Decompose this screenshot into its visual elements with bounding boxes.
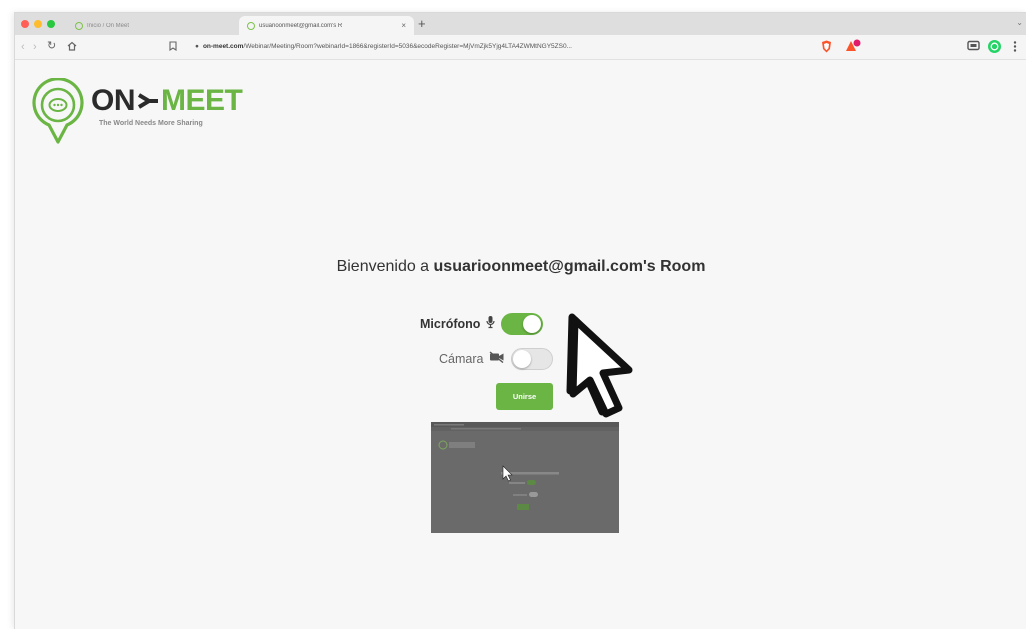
new-tab-button[interactable]: + <box>418 16 426 32</box>
join-button[interactable]: Unirse <box>496 383 553 410</box>
cast-icon[interactable] <box>967 40 981 52</box>
tab-inicio[interactable]: Inicio / On Meet <box>67 16 232 35</box>
welcome-prefix: Bienvenido a <box>336 258 434 275</box>
camera-off-icon <box>489 350 505 368</box>
onmeet-favicon-icon <box>247 21 255 30</box>
tab-bar: Inicio / On Meet usuarioonmeet@gmail.com… <box>15 13 1026 35</box>
camera-row: Cámara <box>439 348 554 370</box>
back-icon[interactable]: ‹ <box>21 40 25 54</box>
brand-wordmark: ON MEET <box>91 84 243 117</box>
menu-icon[interactable] <box>1013 41 1017 52</box>
toggle-knob <box>513 350 532 368</box>
lock-icon: ● <box>195 43 199 50</box>
microphone-row: Micrófono <box>420 313 544 335</box>
tab-title: usuarioonmeet@gmail.com's R <box>259 22 343 29</box>
tab-list-chevron-icon[interactable]: ⌄ <box>1016 18 1023 27</box>
mouse-cursor-icon <box>566 313 633 418</box>
bookmark-icon[interactable] <box>169 41 177 55</box>
camera-toggle[interactable] <box>511 348 554 370</box>
toggle-knob <box>523 315 542 333</box>
minimize-window-icon[interactable] <box>34 20 42 28</box>
tab-title: Inicio / On Meet <box>87 22 130 29</box>
welcome-heading: Bienvenido a usuarioonmeet@gmail.com's R… <box>15 258 1026 276</box>
close-window-icon[interactable] <box>21 20 29 28</box>
camera-preview-thumbnail <box>431 422 619 533</box>
tab-room[interactable]: usuarioonmeet@gmail.com's R × <box>239 16 414 35</box>
brand-arrow-icon <box>137 93 158 109</box>
url-domain: on-meet.com <box>202 43 244 50</box>
location-pin-chat-icon <box>32 78 84 144</box>
home-icon[interactable] <box>67 41 77 55</box>
microphone-toggle[interactable] <box>501 313 544 335</box>
camera-label: Cámara <box>439 352 484 366</box>
reload-icon[interactable]: ↻ <box>47 39 56 53</box>
address-bar[interactable]: ● on-meet.com/Webinar/Meeting/Room?webina… <box>195 40 885 54</box>
brave-shield-icon[interactable] <box>821 40 832 53</box>
microphone-label: Micrófono <box>420 317 481 331</box>
brand-name-meet: MEET <box>161 84 243 117</box>
maximize-window-icon[interactable] <box>47 20 55 28</box>
extension-whatsapp-icon[interactable] <box>987 39 1002 54</box>
browser-window: Inicio / On Meet usuarioonmeet@gmail.com… <box>14 12 1026 629</box>
url-path: /Webinar/Meeting/Room?webinarId=1866&reg… <box>243 43 572 50</box>
microphone-icon <box>486 315 496 334</box>
window-controls <box>21 20 55 28</box>
brand-tagline: The World Needs More Sharing <box>99 120 203 127</box>
browser-toolbar: ‹ › ↻ ● on-meet.com/Webinar/Meeting/Room?… <box>15 35 1026 60</box>
onmeet-favicon-icon <box>75 21 83 30</box>
brave-rewards-icon[interactable] <box>845 39 861 53</box>
close-tab-icon[interactable]: × <box>401 21 406 30</box>
brand-name-on: ON <box>91 84 136 117</box>
page-content: ON MEET The World Needs More Sharing Bie… <box>15 60 1026 629</box>
room-name: usuarioonmeet@gmail.com's Room <box>433 258 706 275</box>
forward-icon[interactable]: › <box>33 40 37 54</box>
onmeet-logo[interactable]: ON MEET The World Needs More Sharing <box>27 78 267 146</box>
